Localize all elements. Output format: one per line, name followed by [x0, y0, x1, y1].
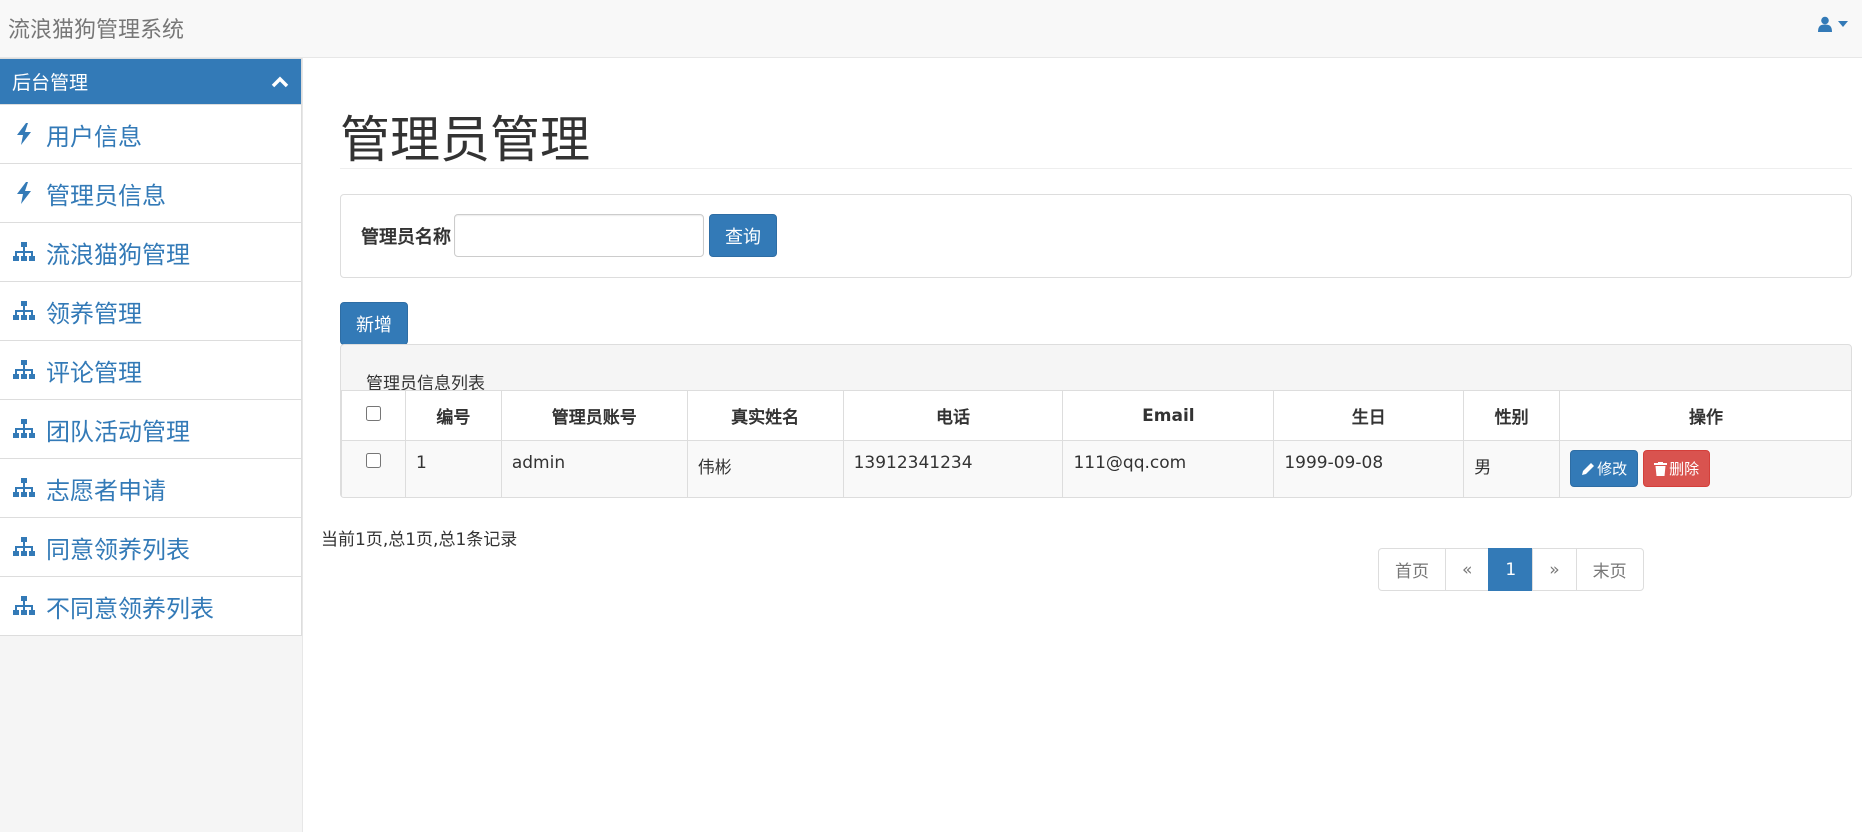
admin-table-panel: 管理员信息列表 编号 管理员账号 真实姓名 电话 Email 生日 性别 操作 …	[340, 344, 1852, 498]
sidebar-item-comment-management[interactable]: 评论管理	[0, 340, 301, 399]
sidebar-item-label: 用户信息	[46, 122, 142, 151]
row-checkbox[interactable]	[365, 453, 381, 468]
bolt-icon	[17, 182, 31, 204]
admin-name-search-input[interactable]	[454, 214, 704, 257]
sidebar-item-label: 不同意领养列表	[46, 594, 214, 623]
bolt-icon	[17, 123, 31, 145]
sidebar-item-label: 领养管理	[46, 299, 142, 328]
pagination-current[interactable]: 1	[1488, 548, 1534, 591]
pagination-last[interactable]: 末页	[1575, 548, 1644, 591]
sidebar-item-volunteer-application[interactable]: 志愿者申请	[0, 458, 301, 517]
cell-real-name: 伟彬	[686, 440, 844, 497]
select-all-checkbox[interactable]	[365, 405, 381, 421]
sitemap-icon	[13, 419, 35, 438]
header-actions: 操作	[1559, 390, 1851, 441]
sidebar-header[interactable]: 后台管理	[0, 59, 301, 104]
trash-icon	[1654, 461, 1668, 476]
sidebar-item-user-info[interactable]: 用户信息	[0, 104, 301, 163]
sidebar-item-label: 团队活动管理	[46, 417, 190, 446]
delete-button[interactable]: 删除	[1643, 450, 1711, 487]
pagination-next[interactable]: »	[1532, 548, 1577, 591]
sidebar-item-team-activity-management[interactable]: 团队活动管理	[0, 399, 301, 458]
sidebar-panel: 后台管理 用户信息管理员信息流浪猫狗管理 领养管理评论管理团队活动管理 志愿者申请同…	[0, 58, 302, 636]
delete-label: 删除	[1669, 460, 1700, 478]
sidebar-item-admin-info[interactable]: 管理员信息	[0, 163, 301, 222]
cell-phone: 13912341234	[842, 440, 1064, 497]
search-button[interactable]: 查询	[709, 214, 777, 257]
header-id: 编号	[404, 390, 502, 441]
sitemap-icon	[13, 537, 35, 556]
sidebar-header-label: 后台管理	[12, 72, 89, 94]
search-panel: 管理员名称 查询	[340, 194, 1852, 278]
header-select-all	[341, 390, 406, 441]
cell-birthday: 1999-09-08	[1273, 440, 1465, 497]
app-title[interactable]: 流浪猫狗管理系统	[8, 12, 184, 44]
add-button[interactable]: 新增	[340, 302, 408, 345]
cell-actions: 修改 删除	[1559, 440, 1851, 497]
pagination-prev[interactable]: «	[1445, 548, 1490, 591]
admin-table: 编号 管理员账号 真实姓名 电话 Email 生日 性别 操作 1 admin …	[341, 390, 1851, 497]
top-navbar: 流浪猫狗管理系统	[0, 0, 1862, 58]
sitemap-icon	[13, 360, 35, 379]
sidebar-item-label: 流浪猫狗管理	[46, 240, 190, 269]
header-birthday: 生日	[1273, 390, 1465, 441]
sidebar-item-label: 志愿者申请	[46, 476, 166, 505]
sitemap-icon	[13, 596, 35, 615]
pencil-icon	[1582, 462, 1595, 475]
sidebar-item-adoption-management[interactable]: 领养管理	[0, 281, 301, 340]
cell-gender: 男	[1463, 440, 1561, 497]
sidebar-item-label: 同意领养列表	[46, 535, 190, 564]
sidebar: 后台管理 用户信息管理员信息流浪猫狗管理 领养管理评论管理团队活动管理 志愿者申请同…	[0, 58, 303, 832]
edit-button[interactable]: 修改	[1570, 450, 1639, 487]
chevron-up-icon	[271, 76, 289, 87]
sidebar-item-label: 评论管理	[46, 358, 142, 387]
sidebar-item-rejected-adoption-list[interactable]: 不同意领养列表	[0, 576, 301, 635]
sidebar-item-label: 管理员信息	[46, 181, 166, 210]
user-menu[interactable]	[1818, 16, 1848, 32]
page-info: 当前1页,总1页,总1条记录	[321, 530, 518, 550]
sitemap-icon	[13, 301, 35, 320]
pagination-first[interactable]: 首页	[1378, 548, 1446, 591]
table-row: 1 admin 伟彬 13912341234 111@qq.com 1999-0…	[341, 440, 1851, 497]
sidebar-item-stray-animal-management[interactable]: 流浪猫狗管理	[0, 222, 301, 281]
cell-id: 1	[404, 440, 502, 497]
search-label: 管理员名称	[361, 227, 451, 248]
page-title: 管理员管理	[340, 111, 590, 169]
row-select-cell	[341, 440, 406, 497]
header-account: 管理员账号	[500, 390, 688, 441]
edit-label: 修改	[1597, 460, 1628, 478]
sitemap-icon	[13, 478, 35, 497]
pagination: 首页 « 1 » 末页	[1378, 548, 1644, 591]
sitemap-icon	[13, 242, 35, 261]
header-gender: 性别	[1463, 390, 1561, 441]
sidebar-items: 用户信息管理员信息流浪猫狗管理 领养管理评论管理团队活动管理 志愿者申请同意领养列表…	[0, 104, 301, 635]
cell-account: admin	[500, 440, 688, 497]
sidebar-item-approved-adoption-list[interactable]: 同意领养列表	[0, 517, 301, 576]
header-real-name: 真实姓名	[686, 390, 844, 441]
row-actions: 修改 删除	[1560, 450, 1851, 487]
cell-email: 111@qq.com	[1062, 440, 1275, 497]
title-divider	[340, 168, 1852, 169]
table-header-row: 编号 管理员账号 真实姓名 电话 Email 生日 性别 操作	[341, 390, 1851, 441]
header-email: Email	[1062, 390, 1275, 441]
caret-down-icon	[1838, 21, 1848, 27]
user-icon	[1818, 16, 1832, 32]
header-phone: 电话	[842, 390, 1064, 441]
